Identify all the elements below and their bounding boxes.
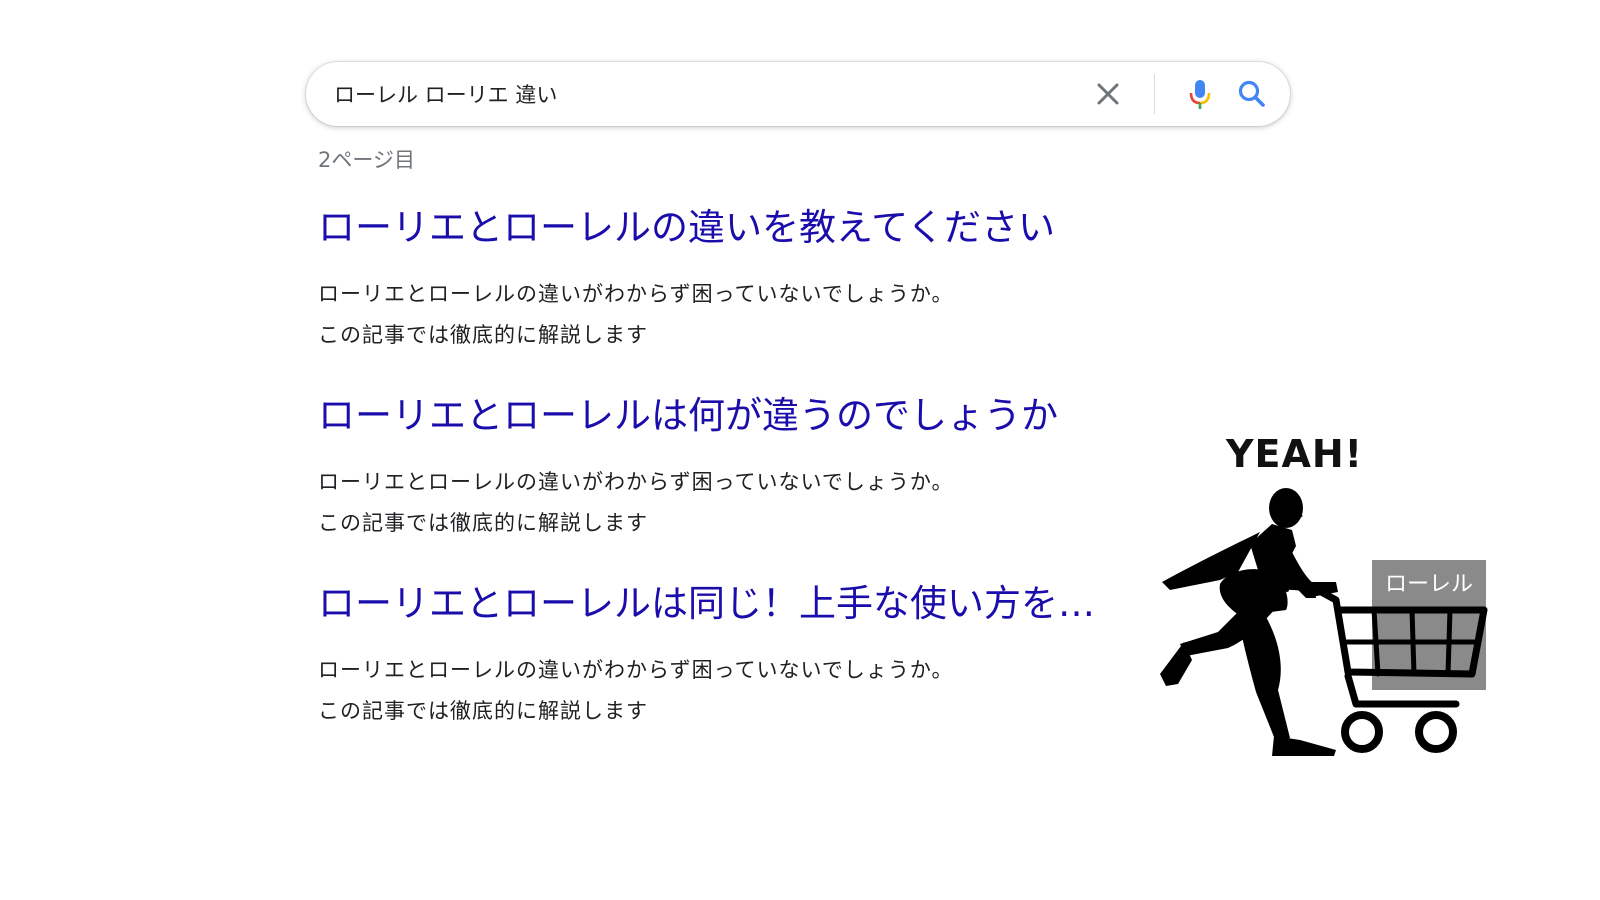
search-divider: [1154, 74, 1155, 114]
voice-search-button[interactable]: [1182, 76, 1218, 112]
search-result: ローリエとローレルは何が違うのでしょうか ローリエとローレルの違いがわからず困っ…: [318, 392, 1178, 544]
result-title-link[interactable]: ローリエとローレルの違いを教えてください: [318, 204, 1178, 252]
microphone-icon: [1189, 80, 1211, 109]
shopping-cart-icon: [1282, 582, 1488, 753]
clear-search-button[interactable]: [1094, 80, 1122, 108]
search-result: ローリエとローレルは同じ！上手な使い方を… ローリエとローレルの違いがわからず困…: [318, 580, 1178, 732]
result-title-link[interactable]: ローリエとローレルは同じ！上手な使い方を…: [318, 580, 1178, 628]
search-result: ローリエとローレルの違いを教えてください ローリエとローレルの違いがわからず困っ…: [318, 204, 1178, 356]
search-button[interactable]: [1236, 78, 1268, 110]
running-man-silhouette: [1160, 488, 1338, 756]
result-title-link[interactable]: ローリエとローレルは何が違うのでしょうか: [318, 392, 1178, 440]
result-snippet: ローリエとローレルの違いがわからず困っていないでしょうか。この記事では徹底的に解…: [318, 470, 954, 535]
running-man-with-cart-illustration: [1160, 488, 1488, 756]
result-snippet: ローリエとローレルの違いがわからず困っていないでしょうか。この記事では徹底的に解…: [318, 658, 954, 723]
page-number-label: 2ページ目: [318, 148, 415, 172]
result-snippet: ローリエとローレルの違いがわからず困っていないでしょうか。この記事では徹底的に解…: [318, 282, 954, 347]
yeah-exclamation: YEAH!: [1226, 432, 1364, 476]
search-input[interactable]: [334, 76, 1054, 112]
close-icon: [1097, 83, 1119, 105]
search-bar: [306, 62, 1290, 126]
search-icon: [1238, 80, 1265, 107]
